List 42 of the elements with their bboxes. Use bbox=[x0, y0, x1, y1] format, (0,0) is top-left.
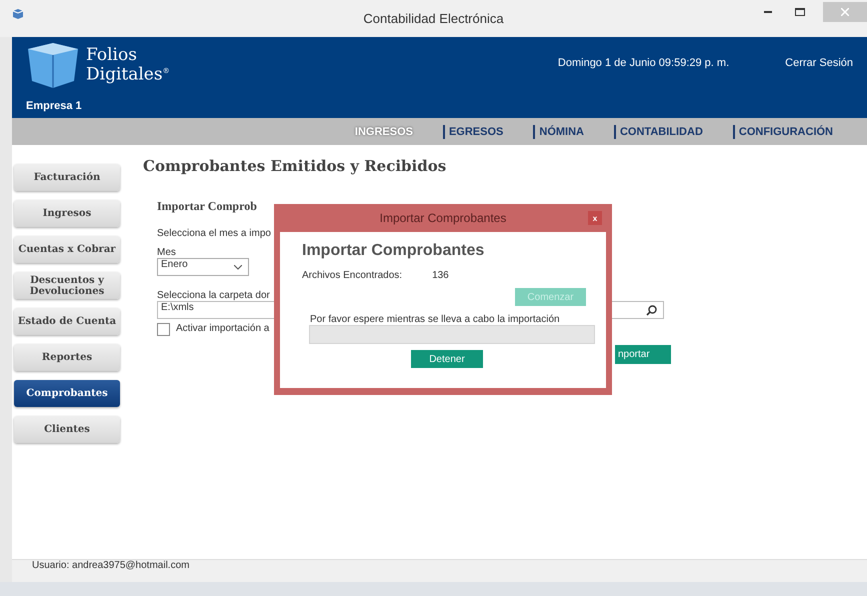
nav-tab[interactable]: NÓMINA bbox=[533, 124, 608, 138]
close-icon bbox=[841, 8, 849, 16]
sidebar-button[interactable]: Reportes bbox=[14, 344, 120, 371]
stop-button[interactable]: Detener bbox=[411, 350, 483, 368]
import-button[interactable]: nportar bbox=[615, 345, 671, 364]
sidebar-button[interactable]: Facturación bbox=[14, 164, 120, 191]
minimize-icon bbox=[764, 11, 772, 13]
logo-word: Digitales$^{®}$ bbox=[86, 64, 170, 83]
logo-cube-icon bbox=[26, 41, 80, 89]
section-title: Importar Comprob bbox=[157, 199, 257, 214]
files-label: Archivos Encontrados: bbox=[302, 270, 402, 281]
wait-message: Por favor espere mientras se lleva a cabo la importación bbox=[310, 314, 561, 325]
maximize-icon bbox=[795, 8, 805, 16]
sidebar-button[interactable]: Descuentos y Devoluciones bbox=[14, 272, 120, 299]
company-name: Empresa 1 bbox=[26, 100, 83, 112]
chevron-icon bbox=[234, 264, 242, 270]
month-prompt: Selecciona el mes a impo bbox=[157, 228, 271, 239]
nav-tab[interactable]: CONFIGURACIÓN bbox=[732, 124, 857, 138]
nav-tab[interactable]: EGRESOS bbox=[442, 124, 528, 138]
app-cube-icon bbox=[12, 8, 24, 20]
date-time: Domingo 1 de Junio 09:59:29 p. m. bbox=[558, 57, 730, 71]
search-icon bbox=[646, 304, 657, 316]
dialog-title: Importar Comprobantes bbox=[380, 211, 506, 225]
status-user: Usuario: andrea3975@hotmail.com bbox=[32, 560, 190, 571]
files-count: 136 bbox=[432, 270, 449, 281]
month-select[interactable]: Enero bbox=[157, 258, 249, 276]
logout-link[interactable]: Cerrar Sesión bbox=[785, 57, 853, 118]
auto-import-checkbox[interactable] bbox=[157, 323, 170, 336]
sidebar-button[interactable]: Comprobantes bbox=[14, 380, 120, 407]
dialog-heading: Importar Comprobantes bbox=[302, 242, 486, 260]
sidebar-button[interactable]: Ingresos bbox=[14, 200, 120, 227]
sidebar-button[interactable]: Clientes bbox=[14, 416, 120, 443]
page-title: Comprobantes Emitidos y Recibidos bbox=[143, 157, 448, 175]
auto-import-label: Activar importación a bbox=[176, 323, 270, 334]
window-title: Contabilidad Electrónica bbox=[363, 11, 504, 26]
logo-word: Folios bbox=[86, 47, 138, 64]
folder-prompt: Selecciona la carpeta dor bbox=[157, 290, 270, 301]
sidebar-button[interactable]: Estado de Cuenta bbox=[14, 308, 120, 335]
sidebar-button[interactable]: Cuentas x Cobrar bbox=[14, 236, 120, 263]
nav-tab[interactable]: CONTABILIDAD bbox=[614, 124, 727, 138]
dialog-close-button[interactable]: x bbox=[588, 211, 602, 225]
month-label: Mes bbox=[157, 247, 176, 258]
